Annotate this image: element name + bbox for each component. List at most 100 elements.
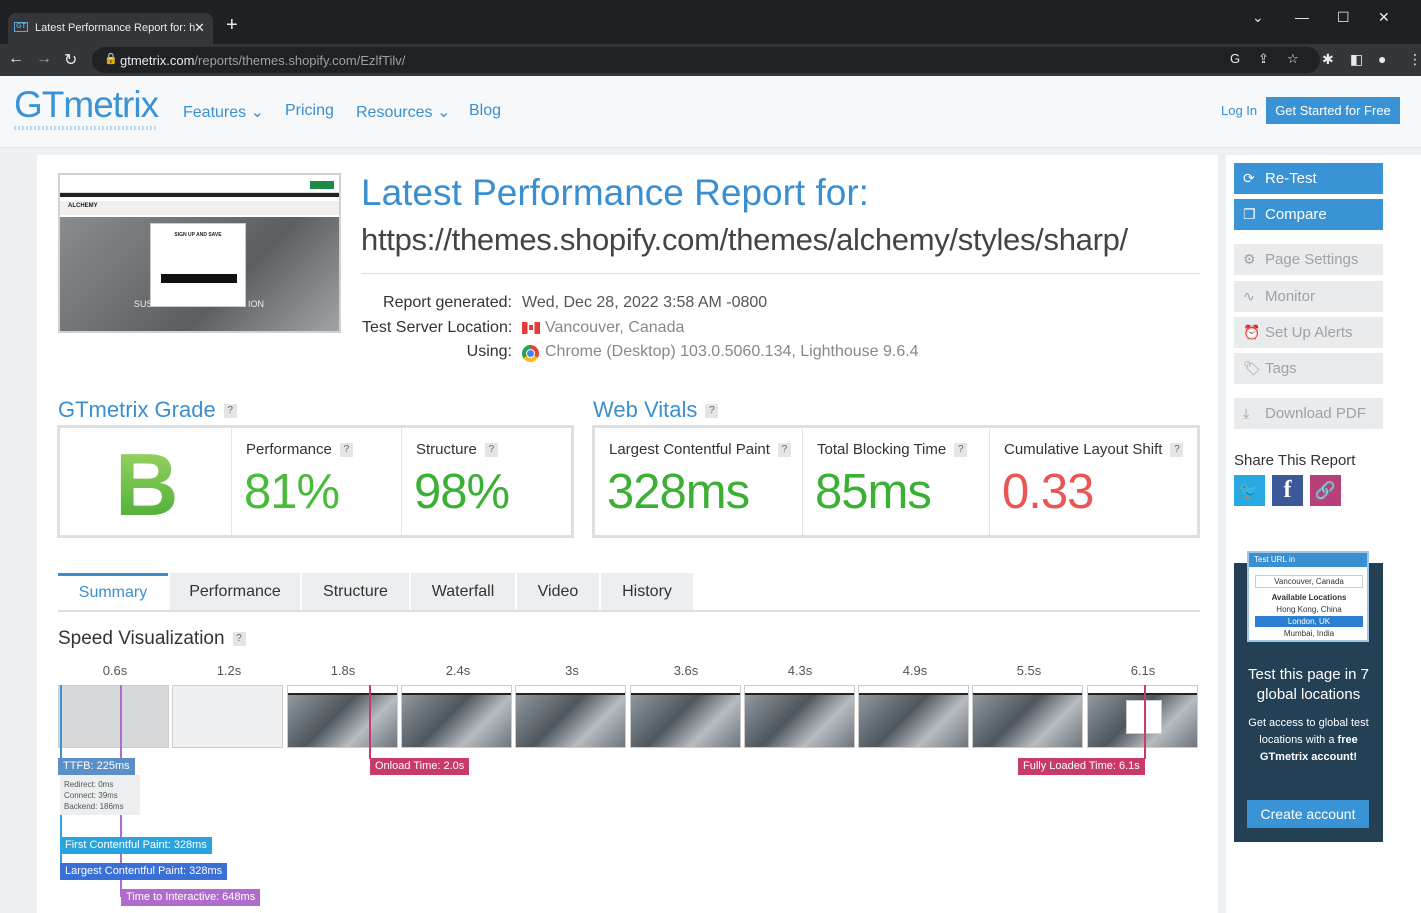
thumb-signup-modal: SIGN UP AND SAVE bbox=[150, 223, 246, 307]
nav-resources[interactable]: Resources ⌄ bbox=[356, 102, 450, 122]
connect-time: Connect: 39ms bbox=[64, 791, 118, 800]
url-domain: gtmetrix.com bbox=[120, 53, 195, 68]
report-url[interactable]: https://themes.shopify.com/themes/alchem… bbox=[361, 222, 1128, 258]
promo-screenshot: Test URL in Vancouver, Canada Available … bbox=[1247, 551, 1369, 642]
promo-shot-available: Available Locations bbox=[1271, 593, 1347, 602]
google-icon[interactable]: G bbox=[1230, 51, 1240, 66]
help-icon[interactable]: ? bbox=[223, 404, 237, 419]
tab-summary[interactable]: Summary bbox=[58, 573, 168, 610]
more-menu-icon[interactable]: ⋮ bbox=[1408, 51, 1421, 68]
nav-features[interactable]: Features ⌄ bbox=[183, 102, 264, 122]
back-icon[interactable]: ← bbox=[8, 50, 24, 68]
filmstrip-frame[interactable] bbox=[858, 685, 969, 748]
nav-blog[interactable]: Blog bbox=[469, 102, 501, 120]
link-icon[interactable]: 🔗 bbox=[1310, 475, 1341, 506]
create-account-button[interactable]: Create account bbox=[1247, 800, 1369, 828]
filmstrip-frame[interactable] bbox=[515, 685, 626, 748]
bookmark-star-icon[interactable]: ☆ bbox=[1287, 51, 1299, 67]
extensions-icon[interactable]: ✱ bbox=[1322, 51, 1334, 68]
compare-button[interactable]: ❐ Compare bbox=[1234, 199, 1383, 230]
compare-icon: ❐ bbox=[1243, 206, 1256, 222]
help-icon[interactable]: ? bbox=[777, 443, 791, 458]
help-icon[interactable]: ? bbox=[484, 443, 498, 458]
tab-performance[interactable]: Performance bbox=[170, 573, 300, 610]
performance-score: 81% bbox=[244, 465, 340, 519]
tab-search-chevron-icon[interactable]: ⌄ bbox=[1252, 9, 1264, 26]
maximize-icon[interactable]: ☐ bbox=[1337, 9, 1350, 26]
thumb-hero-text-2: ION bbox=[248, 299, 265, 309]
nav-pricing[interactable]: Pricing bbox=[285, 102, 334, 120]
thumb-modal-title: SIGN UP AND SAVE bbox=[174, 232, 222, 238]
gtmetrix-logo[interactable]: GTmetrix bbox=[14, 84, 159, 126]
tabs-underline bbox=[58, 610, 1200, 612]
filmstrip-frame[interactable] bbox=[401, 685, 512, 748]
help-icon[interactable]: ? bbox=[705, 404, 719, 419]
filmstrip-frame[interactable] bbox=[1087, 685, 1198, 748]
share-icon[interactable]: ⇪ bbox=[1258, 51, 1269, 67]
tab-structure[interactable]: Structure bbox=[302, 573, 409, 610]
monitor-button[interactable]: ∿ Monitor bbox=[1234, 281, 1383, 312]
filmstrip-frame[interactable] bbox=[58, 685, 169, 748]
refresh-icon: ⟳ bbox=[1243, 170, 1255, 186]
promo-heading: Test this page in 7 global locations bbox=[1248, 666, 1369, 703]
frame-time-label: 3s bbox=[565, 663, 579, 678]
help-icon[interactable]: ? bbox=[232, 631, 246, 646]
tab-history[interactable]: History bbox=[601, 573, 693, 610]
filmstrip-frame[interactable] bbox=[172, 685, 283, 748]
tags-button[interactable]: 🏷 Tags bbox=[1234, 353, 1383, 384]
minimize-icon[interactable]: — bbox=[1295, 9, 1309, 25]
close-icon[interactable]: ✕ bbox=[194, 20, 205, 36]
login-link[interactable]: Log In bbox=[1221, 103, 1257, 118]
help-icon[interactable]: ? bbox=[1170, 443, 1184, 458]
filmstrip-frame[interactable] bbox=[972, 685, 1083, 748]
browser-tab[interactable]: GT Latest Performance Report for: ht ✕ bbox=[8, 13, 213, 44]
ttfb-line bbox=[60, 685, 62, 759]
profile-icon[interactable]: ● bbox=[1378, 51, 1386, 67]
url-text[interactable]: gtmetrix.com/reports/themes.shopify.com/… bbox=[120, 53, 405, 68]
redirect-time: Redirect: 0ms bbox=[64, 780, 114, 789]
frame-time-label: 2.4s bbox=[445, 663, 471, 678]
cls-value: 0.33 bbox=[1002, 465, 1094, 519]
frame-time-label: 6.1s bbox=[1130, 663, 1156, 678]
tab-video[interactable]: Video bbox=[517, 573, 599, 610]
compare-label: Compare bbox=[1265, 206, 1327, 223]
omnibox[interactable]: 🔒 gtmetrix.com/reports/themes.shopify.co… bbox=[92, 47, 1320, 73]
cls-label: Cumulative Layout Shift? bbox=[1004, 441, 1184, 458]
tab-waterfall[interactable]: Waterfall bbox=[411, 573, 515, 610]
test-server-location-label: Test Server Location: bbox=[362, 319, 513, 336]
alarm-clock-icon: ⏰ bbox=[1243, 324, 1261, 340]
tti-marker: Time to Interactive: 648ms bbox=[121, 889, 261, 906]
page-settings-button[interactable]: ⚙ Page Settings bbox=[1234, 244, 1383, 275]
get-started-button[interactable]: Get Started for Free bbox=[1266, 97, 1400, 124]
page-screenshot-thumbnail[interactable]: ALCHEMY SUS ION SIGN UP AND SAVE bbox=[58, 173, 341, 333]
speed-heading-text: Speed Visualization bbox=[58, 628, 225, 649]
reload-icon[interactable]: ↻ bbox=[64, 50, 77, 70]
promo-shot-location: Hong Kong, China bbox=[1276, 605, 1342, 614]
filmstrip-frame[interactable] bbox=[287, 685, 398, 748]
lcp-value: 328ms bbox=[607, 465, 750, 519]
side-panel-icon[interactable]: ◧ bbox=[1350, 51, 1363, 68]
tbt-label-text: Total Blocking Time bbox=[817, 441, 947, 458]
thumb-store-header: ALCHEMY bbox=[60, 201, 339, 215]
structure-label: Structure? bbox=[416, 441, 498, 458]
set-up-alerts-button[interactable]: ⏰ Set Up Alerts bbox=[1234, 317, 1383, 348]
window-close-icon[interactable]: ✕ bbox=[1378, 9, 1390, 26]
chrome-icon bbox=[522, 345, 539, 362]
retest-button[interactable]: ⟳ Re-Test bbox=[1234, 163, 1383, 194]
forward-icon[interactable]: → bbox=[36, 50, 52, 68]
help-icon[interactable]: ? bbox=[954, 443, 968, 458]
filmstrip-frame[interactable] bbox=[744, 685, 855, 748]
monitor-label: Monitor bbox=[1265, 288, 1316, 305]
performance-label-text: Performance bbox=[246, 441, 332, 458]
page-settings-label: Page Settings bbox=[1265, 251, 1359, 268]
help-icon[interactable]: ? bbox=[339, 443, 353, 458]
facebook-icon[interactable]: f bbox=[1272, 475, 1303, 506]
nav-resources-label: Resources bbox=[356, 104, 433, 121]
twitter-icon[interactable]: 🐦 bbox=[1234, 475, 1265, 506]
filmstrip-frame[interactable] bbox=[630, 685, 741, 748]
new-tab-icon[interactable]: + bbox=[226, 15, 238, 35]
grade-box: B Performance? 81% Structure? 98% bbox=[57, 425, 574, 538]
download-pdf-button[interactable]: ⤓ Download PDF bbox=[1234, 398, 1383, 429]
logo-stripe bbox=[14, 126, 156, 130]
onload-line bbox=[369, 685, 371, 759]
